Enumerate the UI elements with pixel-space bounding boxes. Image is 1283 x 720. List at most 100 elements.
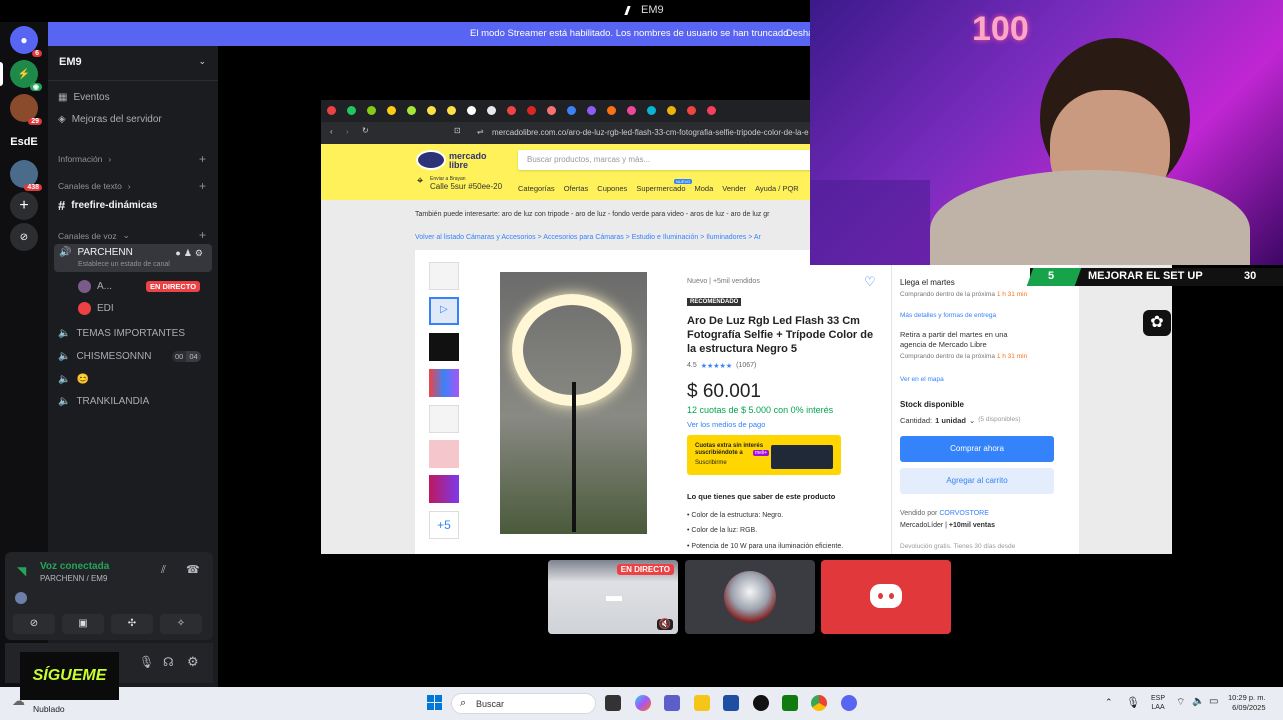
file-explorer-icon[interactable] bbox=[694, 695, 710, 711]
site-info-icon[interactable]: ⇌ bbox=[477, 127, 484, 136]
microphone-icon[interactable]: 🎙 bbox=[1126, 696, 1140, 709]
also-interest[interactable]: También puede interesarte: aro de luz co… bbox=[415, 211, 769, 218]
chevron-down-icon[interactable]: ⌄ bbox=[198, 56, 206, 67]
headphones-icon[interactable]: ☊ bbox=[163, 655, 174, 669]
nav-categories[interactable]: Categorías bbox=[518, 184, 555, 193]
voice-channel-trankilandia[interactable]: 🔈 TRANKILANDIA bbox=[58, 396, 149, 407]
reload-icon[interactable]: ↻ bbox=[362, 126, 369, 135]
voice-channel-temas[interactable]: 🔈 TEMAS IMPORTANTES bbox=[58, 328, 185, 339]
editor-icon[interactable] bbox=[723, 695, 739, 711]
voice-member-1[interactable]: A... bbox=[78, 280, 112, 293]
promo-subscribe[interactable]: Suscribirme bbox=[695, 460, 727, 466]
quantity-selector[interactable]: Cantidad: 1 unidad ⌄ (5 disponibles) bbox=[900, 416, 1021, 425]
chevron-up-icon[interactable]: ⌃ bbox=[1105, 697, 1113, 708]
tab-favicon[interactable] bbox=[607, 106, 616, 115]
weather-label[interactable]: Nublado bbox=[33, 704, 65, 714]
thumbnail-video[interactable]: ▷ bbox=[429, 297, 459, 325]
thumbnail[interactable] bbox=[429, 262, 459, 290]
url-text[interactable]: mercadolibre.com.co/aro-de-luz-rgb-led-f… bbox=[492, 128, 809, 137]
chrome-icon[interactable] bbox=[811, 695, 827, 711]
add-channel-info-button[interactable]: + bbox=[199, 152, 206, 166]
thumbnail[interactable] bbox=[429, 475, 459, 503]
channel-status-hint[interactable]: Establece un estado de canal bbox=[78, 261, 170, 268]
back-icon[interactable]: ‹ bbox=[330, 127, 333, 136]
wifi-icon[interactable]: ⌔ bbox=[1176, 696, 1185, 709]
tab-favicon[interactable] bbox=[507, 106, 516, 115]
logo-text[interactable]: mercado libre bbox=[449, 152, 491, 170]
add-text-channel-button[interactable]: + bbox=[199, 179, 206, 193]
participant-tile-discord[interactable] bbox=[821, 560, 951, 634]
payment-methods-link[interactable]: Ver los medios de pago bbox=[687, 420, 765, 429]
tab-favicon[interactable] bbox=[427, 106, 436, 115]
tab-favicon[interactable] bbox=[347, 106, 356, 115]
battery-icon[interactable]: ▭ bbox=[1209, 696, 1218, 707]
search-input[interactable]: Buscar productos, marcas y más... bbox=[518, 150, 818, 170]
events-item[interactable]: ▦ Eventos bbox=[58, 92, 110, 103]
server-esde[interactable]: EsdE bbox=[10, 128, 38, 156]
camera-off-button[interactable]: ⊘ bbox=[13, 614, 55, 634]
muted-speaker-icon[interactable]: 🔇 bbox=[656, 619, 673, 630]
explore-servers-button[interactable]: ⊘ bbox=[10, 223, 38, 251]
taskbar-search-input[interactable]: ⌕ Buscar bbox=[451, 693, 596, 714]
product-main-image[interactable] bbox=[500, 272, 647, 534]
breadcrumb[interactable]: Volver al listado Cámaras y Accesorios >… bbox=[415, 234, 761, 241]
signal-icon[interactable]: ◥ bbox=[17, 564, 26, 578]
nav-help[interactable]: Ayuda / PQR bbox=[755, 184, 799, 193]
seller-link[interactable]: CORVOSTORE bbox=[939, 510, 989, 517]
more-thumbnails[interactable]: +5 bbox=[429, 511, 459, 539]
tab-favicon[interactable] bbox=[467, 106, 476, 115]
tab-favicon[interactable] bbox=[627, 106, 636, 115]
tab-favicon[interactable] bbox=[527, 106, 536, 115]
tab-favicon[interactable] bbox=[647, 106, 656, 115]
openai-overlay-icon[interactable]: ✿ bbox=[1143, 310, 1171, 336]
teams-icon[interactable] bbox=[664, 695, 680, 711]
forward-icon[interactable]: › bbox=[346, 127, 349, 136]
participant-tile-avatar[interactable] bbox=[685, 560, 815, 634]
tab-favicon[interactable] bbox=[687, 106, 696, 115]
heart-icon[interactable]: ♡ bbox=[864, 274, 876, 290]
copilot-icon[interactable] bbox=[635, 695, 651, 711]
rating-row[interactable]: 4.5 ★★★★★ (1067) bbox=[687, 362, 756, 370]
stream-tile-screen[interactable]: EN DIRECTO ▬ 🔇 bbox=[548, 560, 678, 634]
tab-favicon[interactable] bbox=[547, 106, 556, 115]
screen-share-button[interactable]: ▣ bbox=[62, 614, 104, 634]
add-voice-channel-button[interactable]: + bbox=[199, 228, 206, 242]
tab-favicon[interactable] bbox=[447, 106, 456, 115]
tab-favicon[interactable] bbox=[567, 106, 576, 115]
server-avatar-2[interactable]: 29 bbox=[10, 94, 42, 125]
invite-icon[interactable]: ♟ bbox=[184, 248, 195, 258]
voice-member-2[interactable]: EDI bbox=[78, 302, 114, 315]
volume-icon[interactable]: 🔈 bbox=[1192, 696, 1204, 707]
language-indicator[interactable]: ESP LAA bbox=[1151, 694, 1165, 712]
voice-channel-chismesonnn[interactable]: 🔈 CHISMESONNN bbox=[58, 351, 151, 362]
chat-icon[interactable]: ● bbox=[175, 248, 183, 258]
microphone-icon[interactable]: 🎙 bbox=[139, 655, 154, 669]
tab-favicon[interactable] bbox=[367, 106, 376, 115]
avatar[interactable] bbox=[15, 592, 27, 604]
server-em9[interactable]: ⚡ ◉ bbox=[10, 60, 42, 91]
xbox-icon[interactable] bbox=[782, 695, 798, 711]
tab-favicon[interactable] bbox=[707, 106, 716, 115]
nav-coupons[interactable]: Cupones bbox=[597, 184, 627, 193]
nav-fashion[interactable]: Moda bbox=[695, 184, 714, 193]
thumbnail[interactable] bbox=[429, 369, 459, 397]
add-to-cart-button[interactable]: Agregar al carrito bbox=[900, 468, 1054, 494]
tab-favicon[interactable] bbox=[407, 106, 416, 115]
app-icon[interactable] bbox=[753, 695, 769, 711]
text-channel-freefire[interactable]: # freefire-dinámicas bbox=[58, 198, 157, 213]
activities-button[interactable]: ✣ bbox=[111, 614, 153, 634]
noise-suppression-icon[interactable]: ⫽ bbox=[161, 564, 166, 577]
tab-favicon[interactable] bbox=[667, 106, 676, 115]
server-boosts-item[interactable]: ◈ Mejoras del servidor bbox=[58, 114, 162, 125]
handshake-logo-icon[interactable] bbox=[416, 150, 446, 170]
add-server-button[interactable]: + bbox=[10, 192, 38, 220]
gear-icon[interactable]: ⚙ bbox=[187, 654, 199, 670]
nav-supermarket[interactable]: Supermercado bbox=[636, 184, 685, 193]
clock[interactable]: 10:29 p. m. 6/09/2025 bbox=[1228, 693, 1266, 713]
buy-now-button[interactable]: Comprar ahora bbox=[900, 436, 1054, 462]
disconnect-icon[interactable]: ☎ bbox=[186, 563, 200, 576]
tab-favicon[interactable] bbox=[387, 106, 396, 115]
thumbnail[interactable] bbox=[429, 405, 459, 433]
voice-channel-emoji[interactable]: 🔈 😊 bbox=[58, 374, 89, 385]
map-link[interactable]: Ver en el mapa bbox=[900, 376, 944, 383]
